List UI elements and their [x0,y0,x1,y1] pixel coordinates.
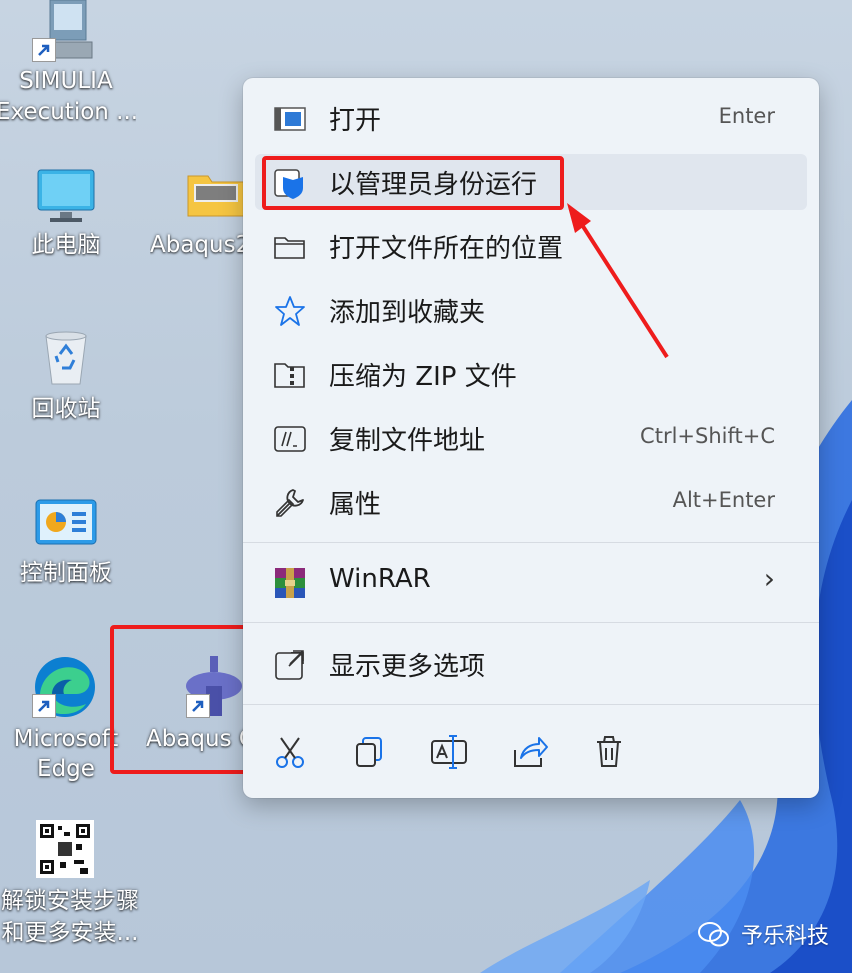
menu-item-open-location[interactable]: 打开文件所在的位置 [255,218,807,274]
watermark: 予乐科技 [698,918,829,950]
menu-item-open[interactable]: 打开 Enter [255,90,807,146]
desktop-icon-simulia[interactable]: SIMULIA Execution ... [0,0,136,130]
desktop-icon-label: SIMULIA [19,68,113,94]
menu-item-label: 属性 [329,490,382,520]
menu-item-compress-zip[interactable]: 压缩为 ZIP 文件 [255,346,807,402]
recycle-bin-icon [45,331,87,385]
shortcut-arrow-icon [32,694,56,718]
desktop-icon-recycle-bin[interactable]: 回收站 [0,328,136,428]
menu-item-label: 复制文件地址 [329,426,486,456]
desktop-icon-label: Abaqus2 [150,232,250,258]
control-panel-icon [35,499,97,545]
desktop-icon-label: Execution ... [0,99,136,125]
menu-item-properties[interactable]: 属性 Alt+Enter [255,474,807,530]
share-icon[interactable] [509,732,549,772]
menu-item-shortcut: Alt+Enter [672,488,775,512]
wechat-icon [698,922,729,947]
copy-path-icon [274,426,306,452]
watermark-text: 予乐科技 [741,924,830,949]
menu-item-show-more[interactable]: 显示更多选项 [255,636,807,692]
menu-separator [243,622,819,623]
folder-icon [274,237,305,259]
delete-icon[interactable] [589,732,629,772]
desktop-icon-label: 此电脑 [31,232,101,258]
desktop-icon-label: 回收站 [31,396,101,422]
monitor-icon [37,169,95,222]
shortcut-arrow-icon [32,38,56,62]
rename-icon[interactable] [429,732,469,772]
menu-item-label: 显示更多选项 [329,652,486,682]
menu-item-shortcut: Enter [718,104,775,128]
desktop-icon-control-panel[interactable]: 控制面板 [0,496,136,596]
desktop-icon-this-pc[interactable]: 此电脑 [0,166,136,266]
annotation-arrow [567,203,669,359]
copy-icon[interactable] [349,732,389,772]
wrench-icon [276,489,304,517]
menu-item-label: WinRAR [329,564,431,594]
menu-item-winrar[interactable]: WinRAR › [255,554,807,610]
desktop-icon-label: 和更多安装... [1,920,139,946]
winrar-icon [275,568,305,598]
cut-icon[interactable] [271,732,311,772]
zip-folder-icon [274,363,305,388]
menu-separator [243,542,819,543]
menu-separator [243,704,819,705]
menu-item-copy-path[interactable]: 复制文件地址 Ctrl+Shift+C [255,410,807,466]
show-more-icon [275,648,307,680]
menu-item-add-favorites[interactable]: 添加到收藏夹 [255,282,807,338]
qr-code-icon [36,820,94,878]
chevron-right-icon: › [763,562,775,595]
desktop-icon-abaqus-folder[interactable]: Abaqus2 [140,166,250,266]
menu-item-shortcut: Ctrl+Shift+C [640,424,775,448]
star-icon [275,296,305,326]
desktop-icon-label: 解锁安装步骤 [1,888,139,914]
menu-item-label: 添加到收藏夹 [329,298,486,328]
annotation-box-run-as-admin [262,156,564,210]
menu-item-label: 打开文件所在的位置 [329,234,564,264]
folder-icon [187,175,245,217]
menu-item-label: 打开 [329,106,382,136]
annotation-box-abaqus [110,625,248,774]
desktop-icon-qr-image[interactable]: 解锁安装步骤 和更多安装... [0,820,139,960]
desktop-icon-label: 控制面板 [20,560,112,586]
open-app-icon [274,107,306,131]
menu-item-label: 压缩为 ZIP 文件 [329,362,517,392]
